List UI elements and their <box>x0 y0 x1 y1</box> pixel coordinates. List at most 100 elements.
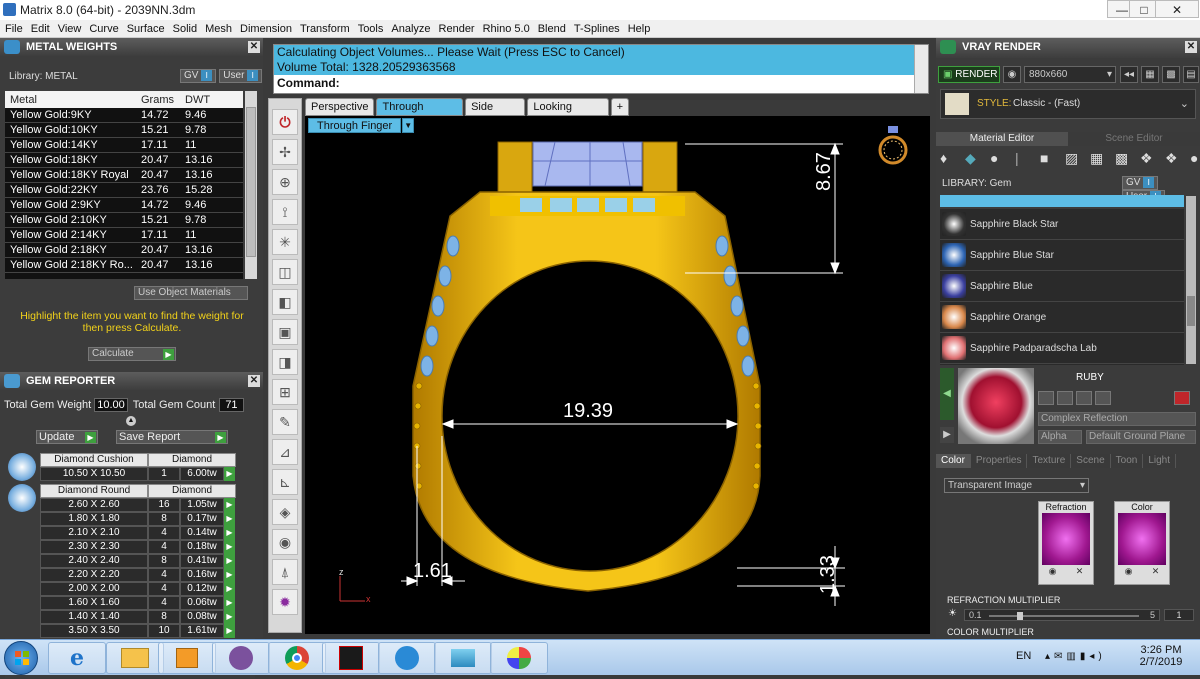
list-item[interactable]: Sapphire Blue Star <box>940 240 1184 271</box>
update-button[interactable]: Update ▶ <box>36 430 98 444</box>
tab-material-editor[interactable]: Material Editor <box>936 132 1068 146</box>
use-object-materials-button[interactable]: Use Object Materials <box>134 286 248 300</box>
language-indicator[interactable]: EN <box>1016 650 1031 662</box>
viewport[interactable]: Through Finger ▼ 8.67 19.39 1.61 1.33 z … <box>305 116 930 634</box>
ground-plane-select[interactable]: Default Ground Plane <box>1086 430 1196 444</box>
gear-icon[interactable]: ✹ <box>272 589 298 615</box>
image-type-select[interactable]: Transparent Image ▾ <box>944 478 1089 493</box>
select-gem-button[interactable]: ▶ <box>224 467 235 481</box>
refraction-swatch[interactable]: Refraction ◉ ✕ <box>1038 501 1094 585</box>
square-icon[interactable]: ■ <box>1040 150 1060 167</box>
hatch-icon[interactable]: ▨ <box>1065 150 1085 167</box>
user-toggle[interactable]: User I <box>219 69 263 83</box>
expand-icon[interactable]: ▲ <box>126 416 136 426</box>
select-gem-button[interactable]: ▶ <box>224 512 235 526</box>
tab-texture[interactable]: Texture <box>1027 454 1072 468</box>
checker-icon[interactable]: ▦ <box>1090 150 1110 167</box>
ie-icon[interactable]: e <box>48 642 106 674</box>
table-row[interactable]: Yellow Gold 2:18KY 20.47 13.16 <box>5 243 243 258</box>
list-item[interactable]: Sapphire Black Star <box>940 209 1184 240</box>
light-icon[interactable]: ◉ <box>272 529 298 555</box>
rewind-icon[interactable]: ◂◂ <box>1120 66 1138 83</box>
chrome-icon[interactable] <box>268 642 326 674</box>
stop-icon[interactable]: ⏻ <box>272 109 298 135</box>
preview-tool-icon[interactable] <box>1038 391 1054 405</box>
box-icon[interactable]: ◫ <box>272 259 298 285</box>
box-front-icon[interactable]: ◨ <box>272 349 298 375</box>
table-row[interactable]: Yellow Gold 2:18KY Ro... 20.47 13.16 <box>5 258 243 273</box>
preview-tool-icon[interactable] <box>1057 391 1073 405</box>
gem-icon[interactable]: ◆ <box>965 150 985 167</box>
gv-toggle[interactable]: GV I <box>180 69 217 83</box>
box-shade-icon[interactable]: ◧ <box>272 289 298 315</box>
menu-edit[interactable]: Edit <box>31 23 50 35</box>
gear-icon[interactable]: ◉ <box>1125 566 1133 577</box>
tab-light[interactable]: Light <box>1143 454 1177 468</box>
drop-icon[interactable]: ♦ <box>940 150 960 167</box>
viber-icon[interactable] <box>212 642 270 674</box>
table-row[interactable]: Yellow Gold:9KY 14.72 9.46 <box>5 108 243 123</box>
menu-view[interactable]: View <box>58 23 82 35</box>
menu-transform[interactable]: Transform <box>300 23 350 35</box>
command-input[interactable]: Command: <box>274 75 928 91</box>
clock[interactable]: 3:26 PM 2/7/2019 <box>1136 644 1186 668</box>
tab-through-finger[interactable]: Through Finger <box>376 98 464 129</box>
box-outline-icon[interactable]: ▣ <box>272 319 298 345</box>
bulb-icon[interactable]: ● <box>1190 150 1200 167</box>
close-icon[interactable]: ✕ <box>248 375 260 387</box>
gear-icon[interactable]: ◉ <box>1049 566 1057 577</box>
ruler-icon[interactable]: ⊿ <box>272 439 298 465</box>
tab-scene-editor[interactable]: Scene Editor <box>1068 132 1200 146</box>
add-tab-button[interactable]: + <box>610 98 630 116</box>
select-gem-button[interactable]: ▶ <box>224 596 235 610</box>
menu-rhino[interactable]: Rhino 5.0 <box>483 23 530 35</box>
save-icon[interactable]: ❖ <box>1165 150 1185 167</box>
select-gem-button[interactable]: ▶ <box>224 526 235 540</box>
chevron-down-icon[interactable]: ▼ <box>402 118 415 133</box>
gv-toggle[interactable]: GV I <box>1122 176 1159 190</box>
refraction-multiplier-slider[interactable]: 0.1 5 <box>964 609 1160 621</box>
complex-reflection-select[interactable]: Complex Reflection <box>1038 412 1196 426</box>
panels-icon[interactable]: ▤ <box>1183 66 1199 83</box>
tab-properties[interactable]: Properties <box>970 454 1028 468</box>
menu-tools[interactable]: Tools <box>358 23 384 35</box>
reset-icon[interactable] <box>1174 391 1190 405</box>
render-button[interactable]: ▣ RENDER <box>938 66 1000 83</box>
table-row[interactable]: Yellow Gold 2:9KY 14.72 9.46 <box>5 198 243 213</box>
list-item[interactable]: Sapphire Orange <box>940 302 1184 333</box>
select-gem-button[interactable]: ▶ <box>224 582 235 596</box>
axes-icon[interactable]: ✳ <box>272 229 298 255</box>
menu-render[interactable]: Render <box>439 23 475 35</box>
ruler-r-icon[interactable]: ⊾ <box>272 469 298 495</box>
paint-icon[interactable] <box>490 642 548 674</box>
refraction-multiplier-value[interactable]: 1 <box>1164 609 1194 621</box>
preview-tool-icon[interactable] <box>1095 391 1111 405</box>
save-report-button[interactable]: Save Report ▶ <box>116 430 228 444</box>
command-scrollbar[interactable] <box>914 45 928 93</box>
figure-icon[interactable]: ⍋ <box>272 559 298 585</box>
tab-color[interactable]: Color <box>936 454 971 468</box>
menu-curve[interactable]: Curve <box>89 23 118 35</box>
tab-toon[interactable]: Toon <box>1110 454 1144 468</box>
table-row[interactable]: Yellow Gold:18KY Royal 20.47 13.16 <box>5 168 243 183</box>
tray-icons[interactable]: ▴✉▥▮◂) <box>1045 651 1106 662</box>
table-row[interactable]: Yellow Gold:14KY 17.11 11 <box>5 138 243 153</box>
preview-tool-icon[interactable] <box>1076 391 1092 405</box>
matrix-icon[interactable] <box>434 642 492 674</box>
col-dwt[interactable]: DWT <box>181 94 241 106</box>
menu-help[interactable]: Help <box>628 23 651 35</box>
color-swatch[interactable]: Color ◉ ✕ <box>1114 501 1170 585</box>
table-row[interactable]: Yellow Gold 2:10KY 15.21 9.78 <box>5 213 243 228</box>
metal-table-scrollbar[interactable] <box>245 91 257 279</box>
menu-surface[interactable]: Surface <box>127 23 165 35</box>
selected-material-row[interactable] <box>940 195 1184 207</box>
menu-solid[interactable]: Solid <box>173 23 197 35</box>
play-icon[interactable]: ▶ <box>940 427 954 443</box>
select-gem-button[interactable]: ▶ <box>224 498 235 512</box>
menu-file[interactable]: File <box>5 23 23 35</box>
network-icon[interactable]: ⟟ <box>272 199 298 225</box>
menu-mesh[interactable]: Mesh <box>205 23 232 35</box>
folder-icon[interactable]: ❖ <box>1140 150 1160 167</box>
table-row[interactable]: Yellow Gold:10KY 15.21 9.78 <box>5 123 243 138</box>
select-gem-button[interactable]: ▶ <box>224 540 235 554</box>
